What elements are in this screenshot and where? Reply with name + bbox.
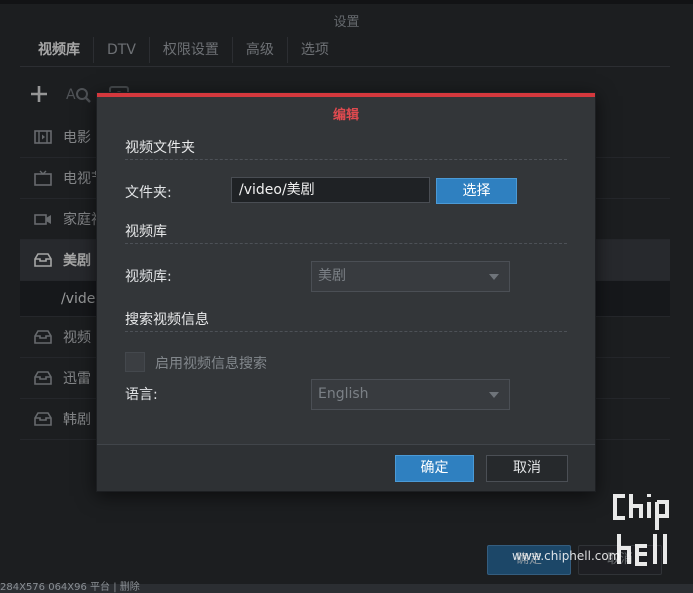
dialog-ok-button[interactable]: 确定 bbox=[395, 455, 474, 482]
status-text: 284X576 064X96 平台 | 删除 bbox=[0, 582, 140, 593]
language-select-value: English bbox=[318, 386, 369, 402]
chevron-down-icon bbox=[489, 392, 499, 398]
library-label: 视频库: bbox=[125, 269, 172, 285]
dialog-accent-bar bbox=[97, 93, 595, 97]
folder-path-field[interactable]: /video/美剧 bbox=[231, 177, 430, 203]
watermark-logo bbox=[613, 494, 669, 566]
section-video-library: 视频库 bbox=[125, 224, 167, 240]
section-divider bbox=[125, 159, 567, 160]
enable-search-checkbox[interactable] bbox=[125, 352, 145, 372]
choose-folder-button[interactable]: 选择 bbox=[436, 178, 517, 204]
dialog-cancel-button[interactable]: 取消 bbox=[486, 455, 568, 482]
dialog-footer: 确定 取消 bbox=[97, 444, 595, 491]
section-video-folder: 视频文件夹 bbox=[125, 140, 195, 156]
watermark-url: www.chiphell.com bbox=[512, 549, 621, 563]
folder-label: 文件夹: bbox=[125, 185, 172, 201]
chevron-down-icon bbox=[489, 274, 499, 280]
section-divider bbox=[125, 331, 567, 332]
library-select-value: 美剧 bbox=[318, 268, 346, 284]
dialog-title: 编辑 bbox=[332, 108, 359, 123]
section-divider bbox=[125, 243, 567, 244]
language-select[interactable]: English bbox=[311, 379, 510, 410]
section-search-info: 搜索视频信息 bbox=[125, 312, 209, 328]
library-select[interactable]: 美剧 bbox=[311, 261, 510, 292]
language-label: 语言: bbox=[125, 387, 158, 403]
edit-dialog: 编辑 视频文件夹 文件夹: /video/美剧 选择 视频库 视频库: 美剧 搜… bbox=[96, 92, 596, 492]
enable-search-label: 启用视频信息搜索 bbox=[155, 356, 267, 372]
